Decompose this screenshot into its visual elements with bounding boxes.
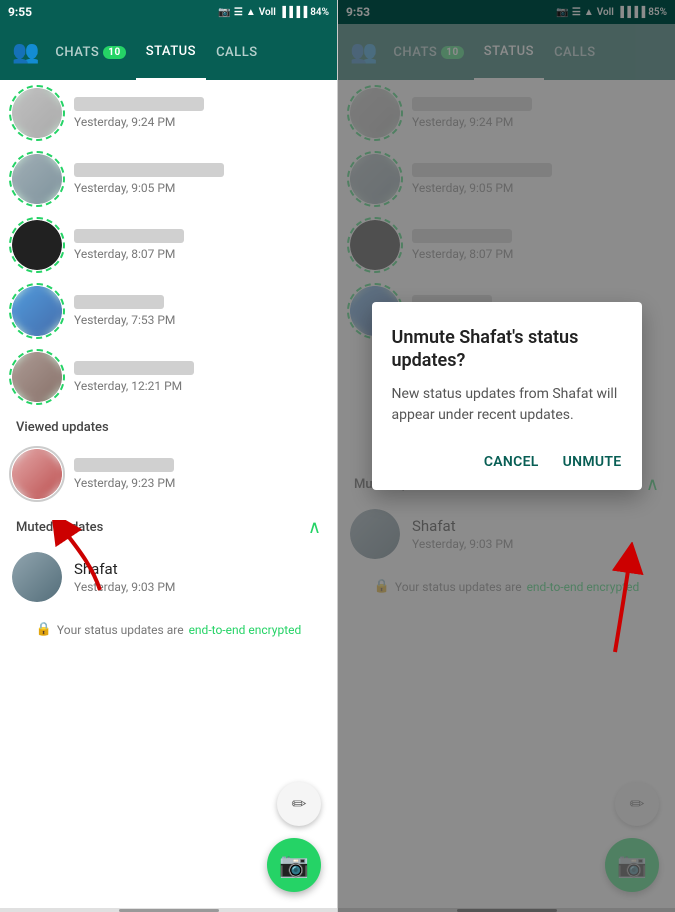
encryption-notice-left: 🔒 Your status updates are end-to-end enc… [0, 610, 337, 649]
lock-icon-left: 🔒 [36, 622, 52, 637]
viewed-item-1[interactable]: Yesterday, 9:23 PM [0, 441, 337, 507]
left-top-nav: 👥 Chats 10 Status Calls [0, 24, 337, 80]
viewed-info-1: Yesterday, 9:23 PM [74, 458, 325, 490]
dialog-body: New status updates from Shafat will appe… [392, 384, 622, 426]
left-nav-tabs: Chats 10 Status Calls [45, 24, 333, 80]
left-status-bar: 9:55 📷 ☰ ▲ Voll ▐▐▐▐ 84% [0, 0, 337, 24]
status-info-3: Yesterday, 8:07 PM [74, 229, 325, 261]
right-phone-panel: 9:53 📷 ☰ ▲ Voll ▐▐▐▐ 85% 👥 Chats 10 Stat… [337, 0, 675, 912]
status-info-5: Yesterday, 12:21 PM [74, 361, 325, 393]
unmute-dialog: Unmute Shafat's status updates? New stat… [372, 302, 642, 491]
dialog-title: Unmute Shafat's status updates? [392, 326, 622, 373]
viewed-updates-header: Viewed updates [0, 410, 337, 441]
left-bottom-bar [0, 908, 337, 912]
left-fab-area: ✏ 📷 [267, 782, 321, 892]
status-info-1: Yesterday, 9:24 PM [74, 97, 325, 129]
fab-pencil-left[interactable]: ✏ [277, 782, 321, 826]
red-arrow-right [565, 542, 665, 662]
cancel-button[interactable]: Cancel [484, 450, 539, 474]
left-bottom-indicator [119, 909, 219, 912]
enc-link-left[interactable]: end-to-end encrypted [189, 623, 302, 637]
chats-badge-left: 10 [103, 46, 125, 59]
people-icon-left[interactable]: 👥 [12, 40, 39, 65]
chevron-up-icon-left: ∧ [308, 517, 321, 538]
avatar-wrap-5 [12, 352, 62, 402]
fab-camera-left[interactable]: 📷 [267, 838, 321, 892]
avatar-wrap-4 [12, 286, 62, 336]
dialog-overlay: Unmute Shafat's status updates? New stat… [338, 0, 675, 912]
status-item-1[interactable]: Yesterday, 9:24 PM [0, 80, 337, 146]
status-item-5[interactable]: Yesterday, 12:21 PM [0, 344, 337, 410]
status-info-4: Yesterday, 7:53 PM [74, 295, 325, 327]
avatar-wrap-1 [12, 88, 62, 138]
avatar-wrap-2 [12, 154, 62, 204]
avatar-wrap-3 [12, 220, 62, 270]
left-phone-panel: 9:55 📷 ☰ ▲ Voll ▐▐▐▐ 84% 👥 Chats 10 Stat… [0, 0, 337, 912]
red-arrow-left [40, 520, 140, 600]
avatar-wrap-viewed [12, 449, 62, 499]
left-status-icons: 📷 ☰ ▲ Voll ▐▐▐▐ 84% [218, 7, 329, 18]
status-info-2: Yesterday, 9:05 PM [74, 163, 325, 195]
pencil-icon-left: ✏ [291, 794, 306, 815]
status-item-3[interactable]: Yesterday, 8:07 PM [0, 212, 337, 278]
dialog-actions: Cancel Unmute [392, 450, 622, 474]
tab-calls-left[interactable]: Calls [206, 24, 268, 80]
status-item-4[interactable]: Yesterday, 7:53 PM [0, 278, 337, 344]
tab-chats-left[interactable]: Chats 10 [45, 24, 135, 80]
unmute-button[interactable]: Unmute [563, 450, 622, 474]
status-item-2[interactable]: Yesterday, 9:05 PM [0, 146, 337, 212]
tab-status-left[interactable]: Status [136, 24, 206, 80]
left-time: 9:55 [8, 5, 32, 19]
camera-icon-left: 📷 [279, 851, 309, 879]
